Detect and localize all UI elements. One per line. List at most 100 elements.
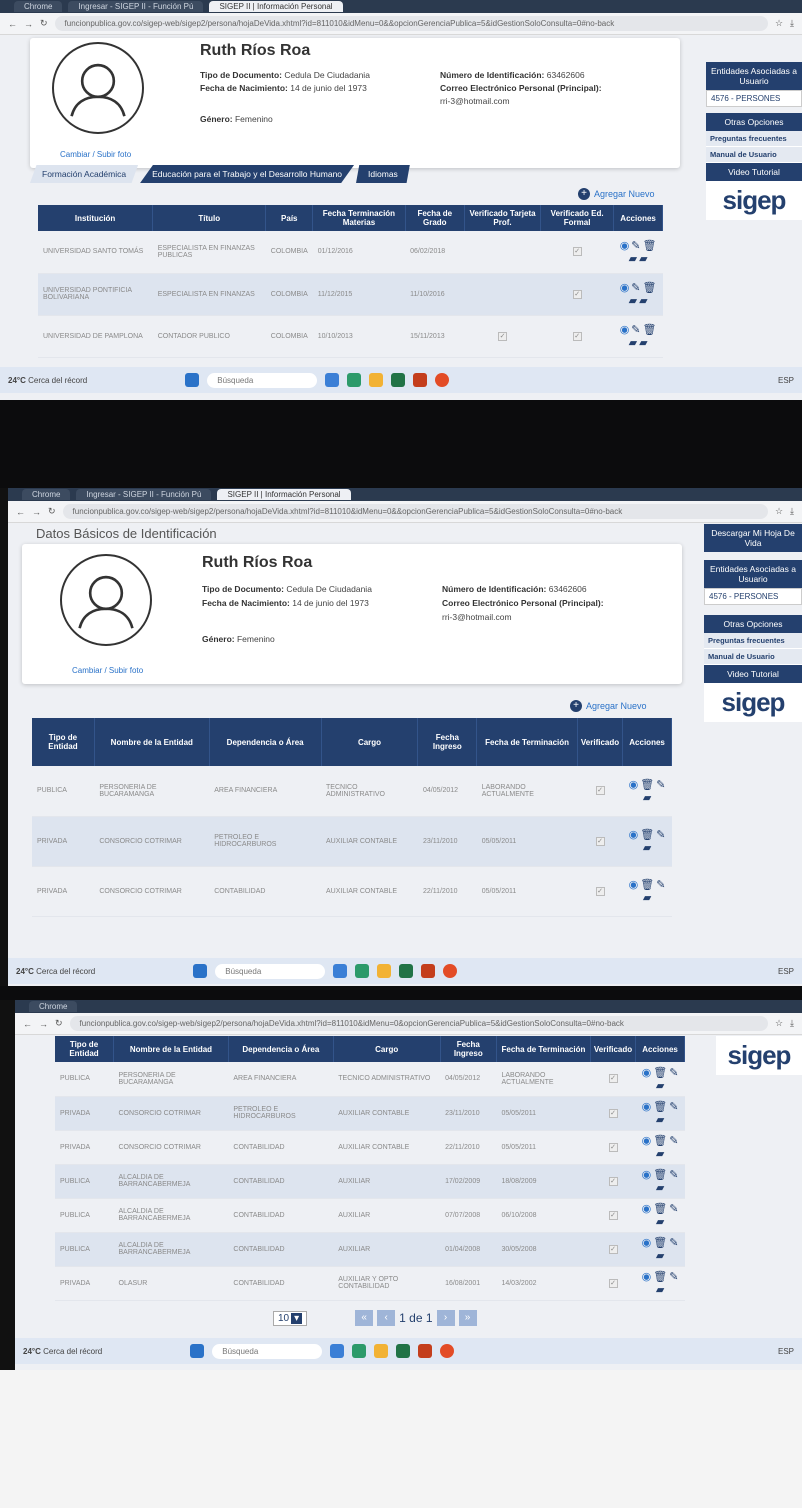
app-icon[interactable] xyxy=(333,964,348,978)
trash-icon[interactable]: 🗑 xyxy=(653,1236,667,1249)
folder-icon[interactable]: ▰ xyxy=(643,891,651,904)
tab-academic[interactable]: Formación Académica xyxy=(30,165,139,183)
back-icon[interactable]: ← xyxy=(8,19,17,29)
col-title[interactable]: Título xyxy=(152,205,267,231)
back-icon[interactable]: ← xyxy=(23,1019,32,1029)
app-icon[interactable] xyxy=(325,373,340,387)
add-new-button[interactable]: + Agregar Nuevo xyxy=(578,188,655,200)
folder-icon[interactable]: ▰ xyxy=(629,336,637,349)
col-verified[interactable]: Verificado xyxy=(577,718,624,766)
trash-icon[interactable]: 🗑 xyxy=(640,878,654,891)
reload-icon[interactable]: ↻ xyxy=(40,18,48,29)
sigep-logo[interactable]: sigep xyxy=(716,1036,802,1075)
language-indicator[interactable]: ESP xyxy=(778,967,794,976)
browser-tab[interactable]: Chrome xyxy=(29,1001,78,1012)
view-icon[interactable]: ◉ xyxy=(642,1100,652,1113)
url-input[interactable]: funcionpublica.gov.co/sigep-web/sigep2/p… xyxy=(62,504,768,519)
folder-icon[interactable]: ▰ xyxy=(629,294,637,307)
folder-icon[interactable] xyxy=(374,1344,389,1358)
tab-work-education[interactable]: Educación para el Trabajo y el Desarroll… xyxy=(140,165,355,183)
download-cv-button[interactable]: Descargar Mi Hoja De Vida xyxy=(704,524,802,552)
edit-icon[interactable]: ✎ xyxy=(631,281,640,294)
folder-icon[interactable]: ▰ xyxy=(629,252,637,265)
edit-icon[interactable]: ✎ xyxy=(631,239,640,252)
trash-icon[interactable]: 🗑 xyxy=(653,1270,667,1283)
col-start-date[interactable]: Fecha Ingreso xyxy=(440,1036,497,1062)
powerpoint-icon[interactable] xyxy=(421,964,436,978)
edit-icon[interactable]: ✎ xyxy=(656,828,665,841)
view-icon[interactable]: ◉ xyxy=(642,1134,652,1147)
trash-icon[interactable]: 🗑 xyxy=(643,239,657,252)
browser-tab[interactable]: Chrome xyxy=(14,1,63,12)
col-position[interactable]: Cargo xyxy=(333,1036,441,1062)
edge-icon[interactable] xyxy=(355,964,370,978)
view-icon[interactable]: ◉ xyxy=(629,878,639,891)
browser-tab[interactable]: Chrome xyxy=(22,489,71,500)
view-icon[interactable]: ◉ xyxy=(629,778,639,791)
edit-icon[interactable]: ✎ xyxy=(656,778,665,791)
weather-widget[interactable]: 24°C Cerca del récord xyxy=(23,1347,102,1356)
browser-tab-active[interactable]: SIGEP II | Información Personal xyxy=(209,1,343,12)
view-icon[interactable]: ◉ xyxy=(620,239,630,252)
col-country[interactable]: País xyxy=(265,205,314,231)
folder-open-icon[interactable]: ▰ xyxy=(639,336,647,349)
browser-tab-active[interactable]: SIGEP II | Información Personal xyxy=(217,489,351,500)
tab-languages[interactable]: Idiomas xyxy=(356,165,410,183)
change-photo-link[interactable]: Cambiar / Subir foto xyxy=(72,666,143,675)
folder-icon[interactable]: ▰ xyxy=(656,1181,664,1194)
powerpoint-icon[interactable] xyxy=(418,1344,433,1358)
folder-icon[interactable] xyxy=(377,964,392,978)
col-verified-card[interactable]: Verificado Tarjeta Prof. xyxy=(464,205,542,231)
excel-icon[interactable] xyxy=(399,964,414,978)
weather-widget[interactable]: 24°C Cerca del récord xyxy=(16,967,95,976)
col-end-date[interactable]: Fecha de Terminación xyxy=(476,718,578,766)
first-page-button[interactable]: « xyxy=(355,1310,374,1326)
col-verified-formal[interactable]: Verificado Ed. Formal xyxy=(540,205,615,231)
sigep-logo[interactable]: sigep xyxy=(704,683,802,722)
star-icon[interactable]: ☆ xyxy=(775,506,783,517)
edit-icon[interactable]: ✎ xyxy=(669,1270,678,1283)
windows-start-icon[interactable] xyxy=(190,1344,205,1358)
last-page-button[interactable]: » xyxy=(458,1310,477,1326)
edit-icon[interactable]: ✎ xyxy=(669,1236,678,1249)
excel-icon[interactable] xyxy=(396,1344,411,1358)
edit-icon[interactable]: ✎ xyxy=(669,1066,678,1079)
folder-icon[interactable] xyxy=(369,373,384,387)
edit-icon[interactable]: ✎ xyxy=(669,1168,678,1181)
taskbar-search[interactable]: Búsqueda xyxy=(207,372,318,388)
col-end-date[interactable]: Fecha Terminación Materias xyxy=(312,205,406,231)
download-icon[interactable]: ⤓ xyxy=(790,1018,794,1029)
edit-icon[interactable]: ✎ xyxy=(669,1202,678,1215)
edit-icon[interactable]: ✎ xyxy=(631,323,640,336)
view-icon[interactable]: ◉ xyxy=(642,1168,652,1181)
reload-icon[interactable]: ↻ xyxy=(55,1018,63,1029)
edge-icon[interactable] xyxy=(347,373,362,387)
trash-icon[interactable]: 🗑 xyxy=(640,778,654,791)
browser-tab[interactable]: Ingresar - SIGEP II - Función Pú xyxy=(68,1,204,12)
trash-icon[interactable]: 🗑 xyxy=(643,323,657,336)
windows-start-icon[interactable] xyxy=(193,964,208,978)
taskbar-search[interactable]: Búsqueda xyxy=(212,1343,323,1359)
edge-icon[interactable] xyxy=(352,1344,367,1358)
edit-icon[interactable]: ✎ xyxy=(669,1134,678,1147)
change-photo-link[interactable]: Cambiar / Subir foto xyxy=(60,150,131,159)
forward-icon[interactable]: → xyxy=(39,1019,48,1029)
col-dependency[interactable]: Dependencia o Área xyxy=(209,718,322,766)
folder-icon[interactable]: ▰ xyxy=(656,1079,664,1092)
forward-icon[interactable]: → xyxy=(24,19,33,29)
download-icon[interactable]: ⤓ xyxy=(790,506,794,517)
browser-tab[interactable]: Ingresar - SIGEP II - Función Pú xyxy=(76,489,212,500)
entities-select[interactable]: 4576 - PERSONES xyxy=(704,588,802,605)
folder-icon[interactable]: ▰ xyxy=(643,791,651,804)
trash-icon[interactable]: 🗑 xyxy=(653,1168,667,1181)
col-entity-type[interactable]: Tipo de Entidad xyxy=(32,718,95,766)
col-dependency[interactable]: Dependencia o Área xyxy=(228,1036,334,1062)
col-institution[interactable]: Institución xyxy=(38,205,154,231)
back-icon[interactable]: ← xyxy=(16,507,25,517)
download-icon[interactable]: ⤓ xyxy=(790,18,794,29)
page-size-select[interactable]: 10 ▾ xyxy=(273,1310,308,1326)
view-icon[interactable]: ◉ xyxy=(642,1236,652,1249)
add-new-button[interactable]: + Agregar Nuevo xyxy=(570,700,647,712)
chrome-icon[interactable] xyxy=(440,1344,455,1358)
trash-icon[interactable]: 🗑 xyxy=(653,1100,667,1113)
